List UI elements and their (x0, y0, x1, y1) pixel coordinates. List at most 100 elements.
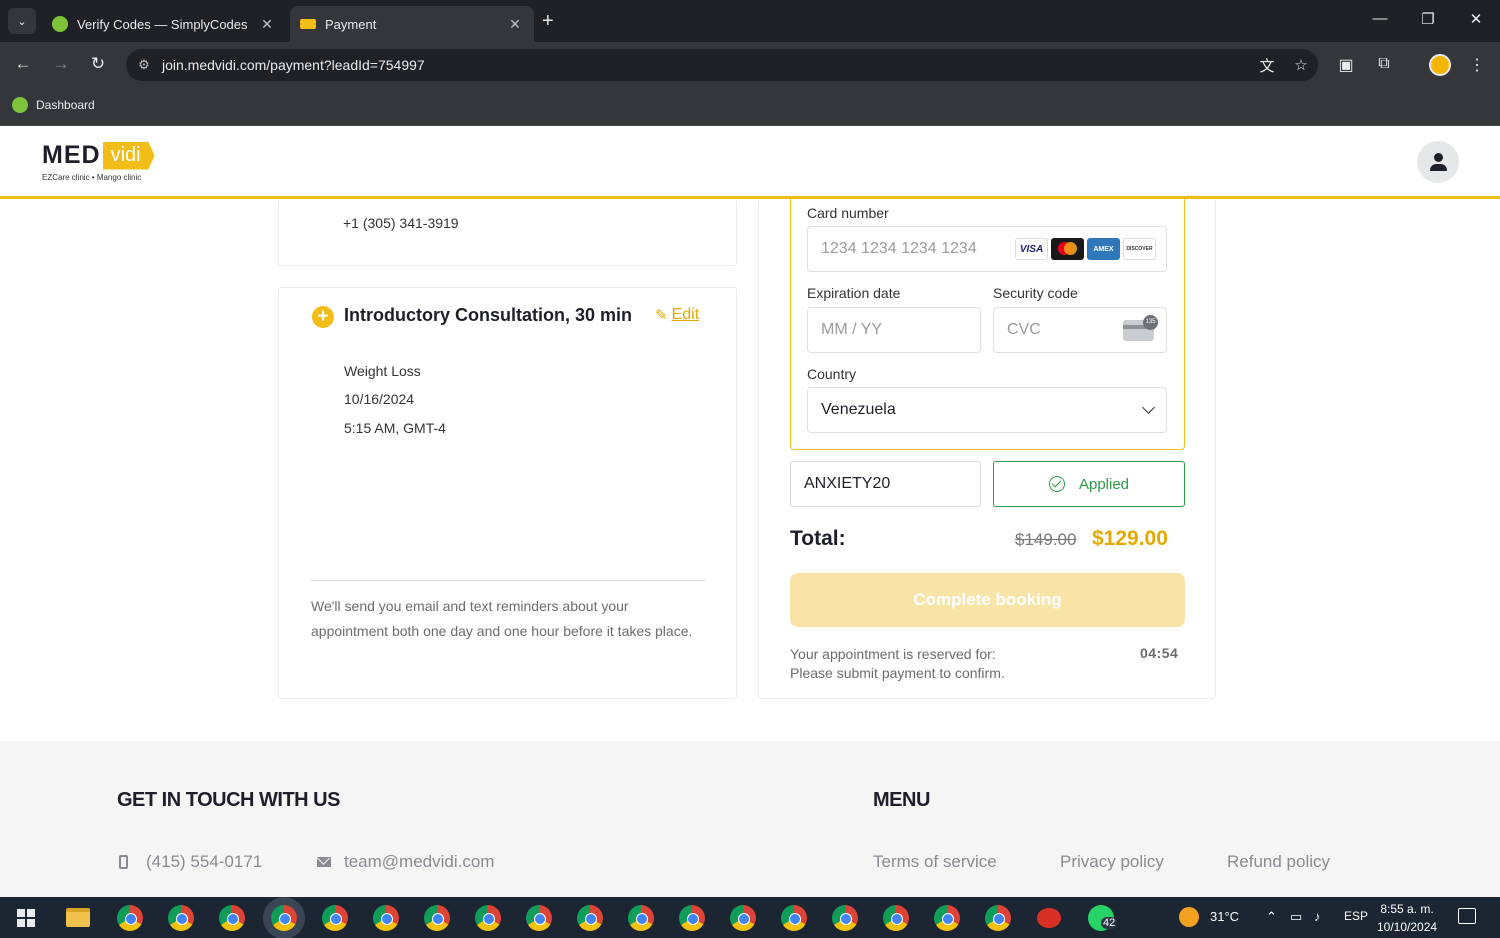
phone-icon (119, 855, 128, 869)
address-bar[interactable]: ⚙ join.medvidi.com/payment?leadId=754997… (126, 49, 1318, 81)
footer-email: team@medvidi.com (344, 852, 495, 871)
logo-med-text: MED (42, 141, 101, 169)
temperature[interactable]: 31°C (1210, 909, 1239, 924)
reservation-timer: 04:54 (1140, 645, 1179, 661)
url-text[interactable]: join.medvidi.com/payment?leadId=754997 (162, 57, 1250, 73)
extensions-puzzle-icon[interactable]: ⧉ (1372, 55, 1396, 73)
translate-icon[interactable]: 文 (1250, 55, 1284, 76)
contact-phone: +1 (305) 341-3919 (343, 215, 459, 231)
close-tab-icon[interactable]: ✕ (506, 16, 524, 33)
profile-avatar-icon[interactable] (1429, 54, 1451, 76)
clock-date: 10/10/2024 (1377, 920, 1438, 934)
user-icon (1433, 153, 1443, 162)
chrome-taskbar-icon[interactable] (985, 905, 1011, 931)
edit-service-link[interactable]: ✎ Edit (655, 306, 699, 324)
chevron-up-icon[interactable]: ⌃ (1266, 909, 1277, 925)
forward-icon[interactable]: → (50, 54, 72, 74)
bookmark-dashboard[interactable]: Dashboard (12, 97, 95, 113)
mastercard-icon (1051, 238, 1084, 260)
file-explorer-icon[interactable] (66, 908, 90, 927)
cvc-input[interactable]: CVC 135 (993, 307, 1167, 353)
service-category: Weight Loss (344, 363, 421, 379)
chrome-taskbar-icon-active[interactable] (271, 905, 297, 931)
reload-icon[interactable]: ↻ (87, 54, 109, 74)
terms-link[interactable]: Terms of service (873, 852, 997, 872)
chrome-taskbar-icon[interactable] (526, 905, 552, 931)
card-number-placeholder: 1234 1234 1234 1234 (821, 240, 977, 257)
refund-link[interactable]: Refund policy (1227, 852, 1330, 872)
chrome-taskbar-icon[interactable] (679, 905, 705, 931)
contact-card: +1 (305) 341-3919 (278, 199, 737, 266)
user-account-button[interactable] (1417, 141, 1459, 183)
footer-phone-link[interactable]: (415) 554-0171 (119, 852, 262, 872)
promo-applied-button[interactable]: Applied (993, 461, 1185, 507)
bookmarks-bar: Dashboard (0, 88, 1500, 126)
card-number-label: Card number (807, 205, 889, 221)
bookmark-star-icon[interactable]: ☆ (1284, 56, 1318, 74)
back-icon[interactable]: ← (12, 54, 34, 74)
check-circle-icon (1048, 476, 1065, 492)
chrome-taskbar-icon[interactable] (781, 905, 807, 931)
discounted-price: $129.00 (1092, 527, 1168, 550)
security-code-label: Security code (993, 285, 1078, 301)
chrome-taskbar-icon[interactable] (322, 905, 348, 931)
tab-title: Verify Codes — SimplyCodes (77, 16, 248, 32)
new-tab-button[interactable]: + (542, 10, 554, 32)
close-tab-icon[interactable]: ✕ (258, 16, 276, 33)
site-info-icon[interactable]: ⚙ (126, 57, 162, 73)
edit-label: Edit (671, 306, 700, 323)
tab-verify-codes[interactable]: Verify Codes — SimplyCodes ✕ (42, 6, 286, 42)
card-number-input[interactable]: 1234 1234 1234 1234 VISA AMEX DISCOVER (807, 226, 1167, 272)
service-card: + Introductory Consultation, 30 min ✎ Ed… (278, 287, 737, 699)
footer-email-link[interactable]: team@medvidi.com (317, 852, 494, 872)
simplycodes-favicon-icon (52, 16, 68, 32)
chrome-taskbar-icon[interactable] (219, 905, 245, 931)
expiration-input[interactable]: MM / YY (807, 307, 981, 353)
system-clock[interactable]: 8:55 a. m. 10/10/2024 (1377, 900, 1437, 936)
dashboard-favicon-icon (12, 97, 28, 113)
card-brands: VISA AMEX DISCOVER (1015, 238, 1156, 260)
applied-label: Applied (1078, 475, 1130, 493)
whatsapp-badge: 42 (1101, 917, 1118, 929)
extension-icon[interactable]: ▣ (1334, 55, 1358, 75)
windows-start-icon[interactable] (17, 909, 35, 927)
notification-center-icon[interactable] (1458, 908, 1476, 924)
chrome-taskbar-icon[interactable] (883, 905, 909, 931)
privacy-link[interactable]: Privacy policy (1060, 852, 1164, 872)
medvidi-logo[interactable]: MED vidi EZCare clinic • Mango clinic (42, 141, 155, 182)
country-select[interactable]: Venezuela (807, 387, 1167, 433)
chrome-taskbar-icon[interactable] (577, 905, 603, 931)
language-indicator[interactable]: ESP (1344, 909, 1368, 923)
tab-search-button[interactable]: ⌄ (8, 8, 36, 34)
weather-icon[interactable] (1179, 907, 1199, 927)
restore-icon[interactable]: ❐ (1413, 10, 1443, 28)
expiration-placeholder: MM / YY (821, 321, 883, 338)
reservation-notice: Your appointment is reserved for: Please… (790, 645, 1050, 683)
chrome-taskbar-icon[interactable] (117, 905, 143, 931)
volume-icon[interactable]: ♪ (1314, 909, 1321, 924)
browser-menu-icon[interactable]: ⋮ (1465, 55, 1489, 75)
total-label: Total: (790, 527, 846, 550)
plus-circle-icon: + (312, 306, 334, 328)
chrome-taskbar-icon[interactable] (373, 905, 399, 931)
chrome-taskbar-icon[interactable] (475, 905, 501, 931)
chrome-taskbar-icon[interactable] (832, 905, 858, 931)
site-footer: GET IN TOUCH WITH US MENU (415) 554-0171… (0, 741, 1500, 897)
tab-payment[interactable]: Payment ✕ (290, 6, 534, 42)
chrome-taskbar-icon[interactable] (730, 905, 756, 931)
chrome-taskbar-icon[interactable] (934, 905, 960, 931)
promo-code-input[interactable]: ANXIETY20 (790, 461, 981, 507)
logo-vidi-text: vidi (102, 141, 155, 170)
close-window-icon[interactable]: ✕ (1461, 10, 1491, 28)
chrome-taskbar-icon[interactable] (628, 905, 654, 931)
chrome-taskbar-icon[interactable] (424, 905, 450, 931)
app-taskbar-icon[interactable] (1037, 908, 1061, 928)
footer-phone: (415) 554-0171 (146, 852, 263, 871)
original-price: $149.00 (1015, 530, 1077, 549)
chrome-taskbar-icon[interactable] (168, 905, 194, 931)
chevron-down-icon (1142, 401, 1155, 414)
complete-booking-button[interactable]: Complete booking (790, 573, 1185, 627)
medvidi-favicon-icon (300, 19, 316, 29)
network-icon[interactable]: ▭ (1290, 909, 1302, 925)
minimize-icon[interactable]: — (1365, 10, 1395, 27)
